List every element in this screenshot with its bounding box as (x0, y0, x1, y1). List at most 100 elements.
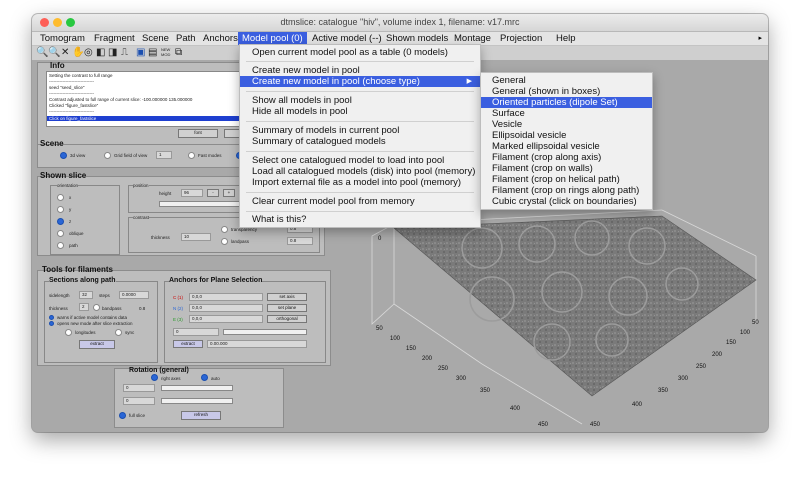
save-icon[interactable]: ▣ (136, 47, 145, 59)
menu-item-hide-all-models[interactable]: Hide all models in pool (240, 106, 480, 117)
submenu-item-cubic-crystal[interactable]: Cubic crystal (click on boundaries) (481, 196, 652, 207)
open-new-mode-checkbox[interactable] (49, 321, 54, 326)
orientation-x-radio[interactable] (57, 194, 64, 201)
menu-path[interactable]: Path (172, 32, 200, 45)
sidelength-field[interactable]: 32 (79, 291, 93, 299)
menu-projection[interactable]: Projection (496, 32, 546, 45)
orientation-path-radio[interactable] (57, 242, 64, 249)
warn-active-model-checkbox[interactable] (49, 315, 54, 320)
zoom-window-button[interactable] (66, 18, 75, 27)
submenu-item-surface[interactable]: Surface (481, 108, 652, 119)
transparency-radio[interactable] (221, 226, 228, 233)
steps-field[interactable]: 0.0000 (119, 291, 149, 299)
menu-separator (246, 61, 474, 62)
menu-fragment[interactable]: Fragment (90, 32, 139, 45)
profile-icon[interactable]: ⎍ (121, 47, 128, 59)
info-title: Info (50, 61, 65, 70)
submenu-item-general-boxes[interactable]: General (shown in boxes) (481, 86, 652, 97)
log-line: ------------------------------ (49, 91, 94, 96)
fit-view-icon[interactable]: ✕ (61, 47, 69, 59)
menu-item-select-catalogued-model[interactable]: Select one catalogued model to load into… (240, 155, 480, 166)
grid-view-radio[interactable] (104, 152, 111, 159)
landpass-radio[interactable] (221, 238, 228, 245)
sync-radio[interactable] (115, 329, 122, 336)
3d-view-radio[interactable] (60, 152, 67, 159)
menu-item-show-all-models[interactable]: Show all models in pool (240, 95, 480, 106)
set-axis-button[interactable]: set axis (267, 293, 307, 301)
left-axis-tick: 300 (456, 376, 467, 382)
copy-icon[interactable]: ⧉ (175, 47, 182, 59)
rotation-slider-2[interactable] (161, 398, 233, 404)
orientation-oblique-radio[interactable] (57, 230, 64, 237)
menu-item-summary-catalogued[interactable]: Summary of catalogued models (240, 136, 480, 147)
anchor-slider[interactable] (223, 329, 307, 335)
full-slice-radio[interactable] (119, 412, 126, 419)
auto-label: auto (211, 376, 220, 381)
anchor-e-field[interactable]: 0,0,0 (189, 315, 263, 323)
menu-item-import-external-file[interactable]: Import external file as a model into poo… (240, 177, 480, 188)
orientation-y-radio[interactable] (57, 206, 64, 213)
thickness-field-2[interactable]: 2 (79, 303, 89, 311)
pan-hand-icon[interactable]: ✋ (72, 47, 84, 59)
height-increment-button[interactable]: + (223, 189, 235, 197)
zoom-out-icon[interactable]: 🔍 (48, 47, 60, 59)
menu-overflow-icon[interactable]: ▸ (758, 32, 762, 45)
orientation-oblique-label: oblique (69, 231, 84, 236)
submenu-item-filament-rings[interactable]: Filament (crop on rings along path) (481, 185, 652, 196)
set-plane-button[interactable]: set plane (267, 304, 307, 312)
submenu-item-general[interactable]: General (481, 75, 652, 86)
extract-sections-button[interactable]: extract (79, 340, 115, 349)
orientation-path-label: path (69, 243, 78, 248)
menu-item-open-pool-table[interactable]: Open current model pool as a table (0 mo… (240, 47, 480, 58)
submenu-item-oriented-particles[interactable]: Oriented particles (dipole Set) (481, 97, 652, 108)
menu-item-summary-current-pool[interactable]: Summary of models in current pool (240, 125, 480, 136)
minimize-window-button[interactable] (53, 18, 62, 27)
height-field[interactable]: 96 (181, 189, 203, 197)
new-model-icon[interactable]: NEW MOD (161, 47, 170, 57)
rotation-value-1[interactable]: 0 (123, 384, 155, 392)
extract-anchors-value: 0.00.000 (207, 340, 307, 348)
submenu-arrow-icon: ▶ (466, 78, 472, 85)
stack-icon[interactable]: ▤ (148, 47, 157, 59)
submenu-item-filament-axis[interactable]: Filament (crop along axis) (481, 152, 652, 163)
submenu-item-ellipsoidal-vesicle[interactable]: Ellipsoidal vesicle (481, 130, 652, 141)
contrast-adjust-icon[interactable]: ◨ (108, 47, 117, 59)
rotation-slider-1[interactable] (161, 385, 233, 391)
menu-item-load-all-catalogued[interactable]: Load all catalogued models (disk) into p… (240, 166, 480, 177)
menu-item-what-is-this[interactable]: What is this? (240, 214, 480, 225)
orthogonal-button[interactable]: orthogonal (267, 315, 307, 323)
contrast-icon[interactable]: ◧ (96, 47, 105, 59)
extract-anchors-button[interactable]: extract (173, 340, 203, 348)
landpass-label: landpass (231, 239, 250, 244)
menu-tomogram[interactable]: Tomogram (36, 32, 89, 45)
refresh-button[interactable]: refresh (181, 411, 221, 420)
height-decrement-button[interactable]: - (207, 189, 219, 197)
anchor-c-field[interactable]: 0,0,0 (189, 293, 263, 301)
fast-modes-radio[interactable] (188, 152, 195, 159)
rotation-value-2[interactable]: 0 (123, 397, 155, 405)
longitudes-radio[interactable] (65, 329, 72, 336)
right-axes-radio[interactable] (151, 374, 158, 381)
submenu-item-filament-helical[interactable]: Filament (crop on helical path) (481, 174, 652, 185)
orientation-z-radio[interactable] (57, 218, 64, 225)
submenu-item-filament-walls[interactable]: Filament (crop on walls) (481, 163, 652, 174)
menu-help[interactable]: Help (552, 32, 580, 45)
bandpass-radio[interactable] (93, 304, 100, 311)
thickness-field[interactable]: 10 (181, 233, 211, 241)
menu-scene[interactable]: Scene (138, 32, 173, 45)
landpass-field[interactable]: 0.8 (287, 237, 313, 245)
scene-count-field[interactable]: 1 (156, 151, 172, 159)
menu-item-create-new-model-choose-type[interactable]: Create new model in pool (choose type) ▶ (240, 76, 480, 87)
menu-anchors[interactable]: Anchors (199, 32, 242, 45)
submenu-item-marked-ellipsoidal-vesicle[interactable]: Marked ellipsoidal vesicle (481, 141, 652, 152)
anchor-slider-value[interactable]: 0 (173, 328, 219, 336)
submenu-item-vesicle[interactable]: Vesicle (481, 119, 652, 130)
anchor-n-field[interactable]: 0,0,0 (189, 304, 263, 312)
font-button[interactable]: font (178, 129, 218, 138)
close-window-button[interactable] (40, 18, 49, 27)
rotate-view-icon[interactable]: ◎ (84, 47, 93, 59)
auto-radio[interactable] (201, 374, 208, 381)
zoom-in-icon[interactable]: 🔍 (36, 47, 48, 59)
menu-item-create-new-model[interactable]: Create new model in pool (240, 65, 480, 76)
menu-item-clear-pool[interactable]: Clear current model pool from memory (240, 196, 480, 207)
